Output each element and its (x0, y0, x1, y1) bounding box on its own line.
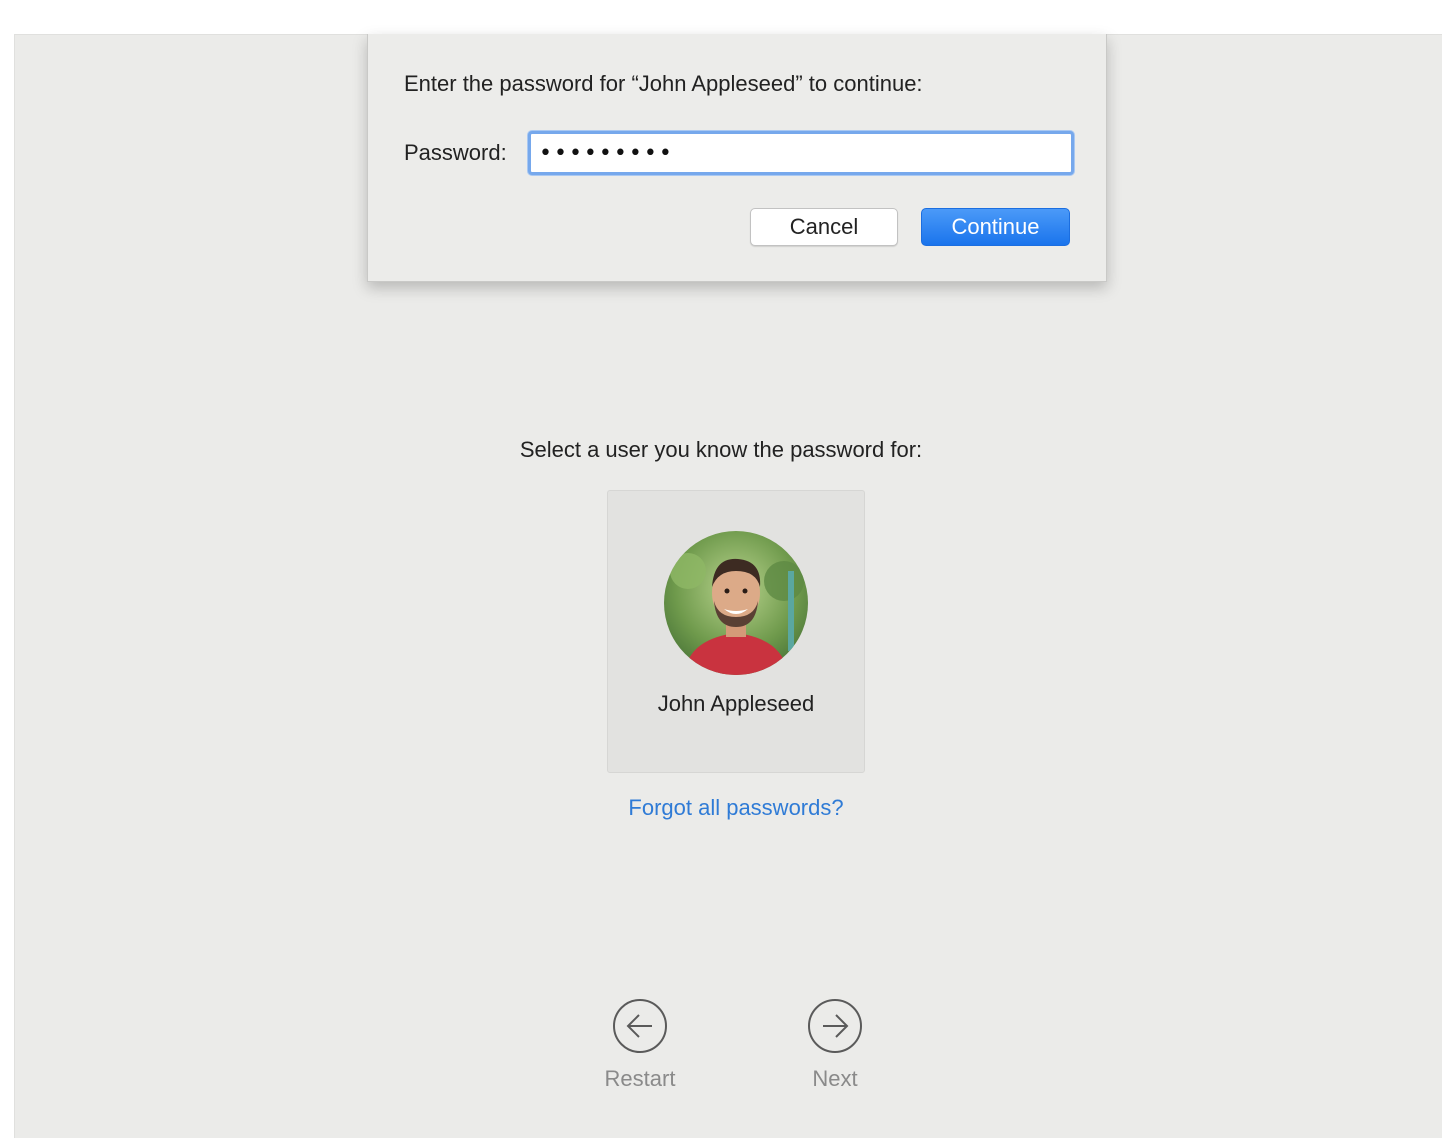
avatar (664, 531, 808, 675)
arrow-right-circle-icon (808, 999, 862, 1053)
restart-label: Restart (604, 1066, 676, 1091)
user-card-john-appleseed[interactable]: John Appleseed (607, 490, 865, 773)
select-user-heading: Select a user you know the password for: (519, 437, 923, 462)
password-label: Password: (404, 140, 507, 165)
arrow-left-circle-icon (613, 999, 667, 1053)
continue-button[interactable]: Continue (921, 208, 1070, 246)
forgot-all-passwords-link[interactable]: Forgot all passwords? (0, 795, 1442, 821)
next-button[interactable]: Next (775, 998, 895, 1098)
next-label: Next (812, 1066, 858, 1091)
password-input[interactable] (528, 131, 1074, 175)
sheet-prompt: Enter the password for “John Appleseed” … (404, 71, 923, 96)
restart-button[interactable]: Restart (580, 998, 700, 1098)
user-name: John Appleseed (657, 691, 815, 716)
password-sheet: Enter the password for “John Appleseed” … (367, 34, 1107, 282)
cancel-button[interactable]: Cancel (750, 208, 898, 246)
